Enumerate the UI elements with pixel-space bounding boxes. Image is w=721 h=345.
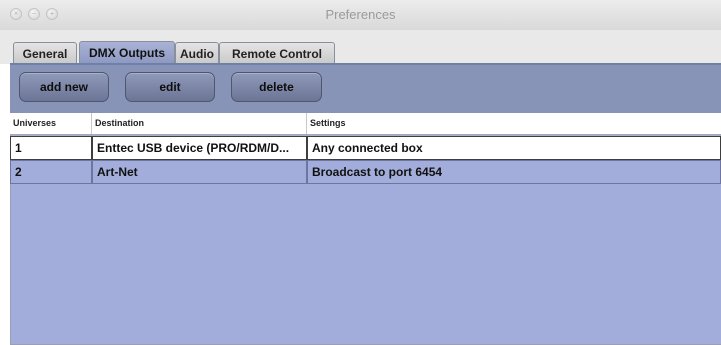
delete-button[interactable]: delete [231,72,322,102]
tab-remote-control-label: Remote Control [232,46,322,61]
title-bar: × − + Preferences [0,0,721,31]
outputs-toolbar: add new edit delete [10,65,721,113]
tab-remote-control[interactable]: Remote Control [219,42,335,64]
universe-cell[interactable]: 2 [10,160,92,184]
add-new-button[interactable]: add new [19,72,109,102]
table-row[interactable]: 2 Art-Net Broadcast to port 6454 [10,160,721,184]
tab-general-label: General [22,46,68,61]
settings-cell[interactable]: Broadcast to port 6454 [307,160,721,184]
tab-audio[interactable]: Audio [175,42,219,64]
destination-cell[interactable]: Enttec USB device (PRO/RDM/D... [92,136,307,160]
tab-dmx-outputs-label: DMX Outputs [89,46,165,60]
table-row[interactable]: 1 Enttec USB device (PRO/RDM/D... Any co… [10,136,721,160]
column-header-destination[interactable]: Destination [92,113,307,134]
edit-button[interactable]: edit [125,72,215,102]
tab-dmx-outputs[interactable]: DMX Outputs [79,41,175,64]
column-header-universes[interactable]: Universes [10,113,92,134]
table-header: Universes Destination Settings [10,113,721,135]
preferences-window: × − + Preferences General DMX Outputs Au… [0,0,721,345]
destination-cell[interactable]: Art-Net [92,160,307,184]
tab-general[interactable]: General [13,42,77,64]
window-title: Preferences [325,7,396,22]
tab-audio-label: Audio [180,46,214,61]
universe-cell[interactable]: 1 [10,136,92,160]
settings-cell[interactable]: Any connected box [307,136,721,160]
column-header-settings[interactable]: Settings [307,113,721,134]
